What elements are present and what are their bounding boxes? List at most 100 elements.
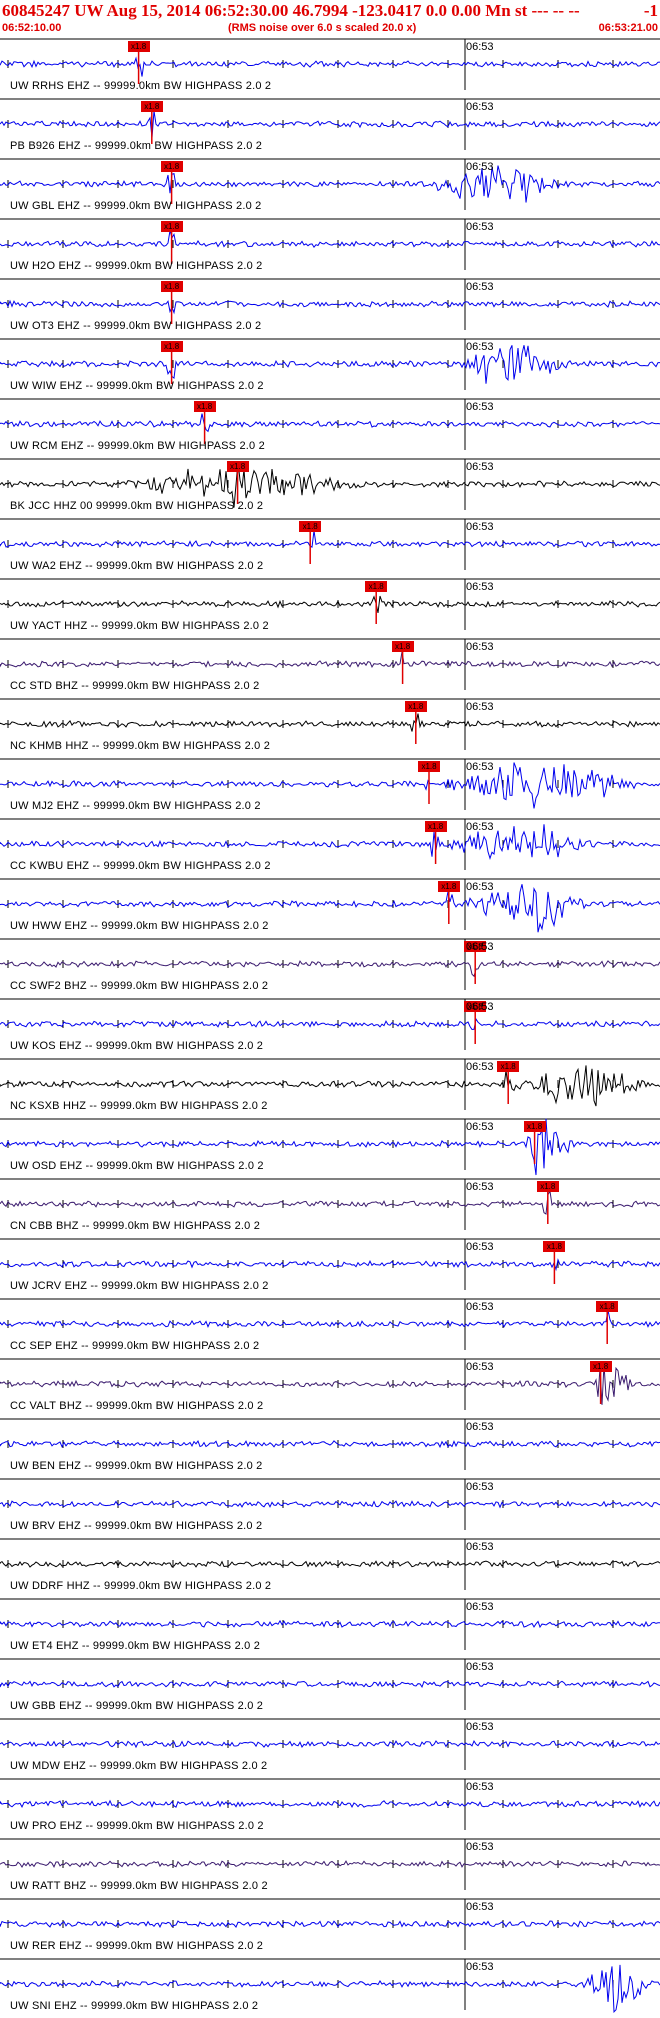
waveform-trace (0, 413, 660, 433)
station-label: NC KSXB HHZ -- 99999.0km BW HIGHPASS 2.0… (10, 1100, 268, 1112)
station-label: UW WIW EHZ -- 99999.0km BW HIGHPASS 2.0 … (10, 380, 264, 392)
station-label: UW RRHS EHZ -- 99999.0km BW HIGHPASS 2.0… (10, 80, 272, 92)
pick-marker: x1.8 (160, 281, 183, 292)
station-label: UW GBB EHZ -- 99999.0km BW HIGHPASS 2.0 … (10, 1700, 264, 1712)
waveform-trace (0, 1860, 660, 1868)
pick-marker: x1.8 (391, 641, 414, 652)
minute-label: 06:53 (466, 1301, 494, 1313)
waveform-trace (0, 1560, 660, 1568)
start-time: 06:52:10.00 (2, 22, 62, 34)
header-bar: 60845247 UW Aug 15, 2014 06:52:30.00 46.… (0, 0, 660, 40)
waveform-trace (0, 1310, 660, 1328)
seismogram-panel: x1.8 UW RRHS EHZ -- 99999.0km BW HIGHPASS… (0, 36, 660, 2018)
station-label: UW BRV EHZ -- 99999.0km BW HIGHPASS 2.0 … (10, 1520, 263, 1532)
pick-marker: x1.8 (140, 101, 163, 112)
waveform-trace (0, 713, 660, 732)
station-label: PB B926 EHZ -- 99999.0km BW HIGHPASS 2.0… (10, 140, 263, 152)
station-label: BK JCC HHZ 00 99999.0km BW HIGHPASS 2.0 … (10, 500, 264, 512)
minute-label: 06:53 (466, 1481, 494, 1493)
waveform-trace (0, 1364, 660, 1405)
pick-marker: x1.8 (193, 401, 216, 412)
waveform-trace (0, 56, 660, 77)
minute-label: 06:53 (466, 1121, 494, 1133)
minute-label: 06:53 (466, 1721, 494, 1733)
minute-label: 06:53 (466, 281, 494, 293)
station-label: UW DDRF HHZ -- 99999.0km BW HIGHPASS 2.0… (10, 1580, 272, 1592)
rms-subtitle: (RMS noise over 6.0 s scaled 20.0 x) (228, 22, 417, 34)
station-label: UW OSD EHZ -- 99999.0km BW HIGHPASS 2.0 … (10, 1160, 264, 1172)
station-label: UW RER EHZ -- 99999.0km BW HIGHPASS 2.0 … (10, 1940, 264, 1952)
minute-label: 06:53 (466, 221, 494, 233)
station-label: UW RCM EHZ -- 99999.0km BW HIGHPASS 2.0 … (10, 440, 265, 452)
pick-marker: x1.8 (437, 881, 460, 892)
station-label: UW JCRV EHZ -- 99999.0km BW HIGHPASS 2.0… (10, 1280, 269, 1292)
pick-marker: x1.8 (226, 461, 249, 472)
minute-label: 06:53 (466, 1781, 494, 1793)
station-label: CC KWBU EHZ -- 99999.0km BW HIGHPASS 2.0… (10, 860, 271, 872)
station-label: UW OT3 EHZ -- 99999.0km BW HIGHPASS 2.0 … (10, 320, 262, 332)
waveform-trace (0, 230, 660, 248)
minute-label: 06:53 (466, 821, 494, 833)
pick-marker: x1.8 (160, 221, 183, 232)
station-label: UW HWW EHZ -- 99999.0km BW HIGHPASS 2.0 … (10, 920, 269, 932)
trace-canvas (0, 38, 660, 2013)
pick-marker: x1.8 (160, 161, 183, 172)
minute-label: 06:53 (466, 581, 494, 593)
minute-label: 06:53 (466, 41, 494, 53)
pick-marker: x1.8 (365, 581, 388, 592)
minute-label: 06:53 (466, 161, 494, 173)
waveform-trace (0, 651, 660, 668)
station-label: NC KHMB HHZ -- 99999.0km BW HIGHPASS 2.0… (10, 740, 271, 752)
station-label: CC STD BHZ -- 99999.0km BW HIGHPASS 2.0 … (10, 680, 260, 692)
event-title: 60845247 UW Aug 15, 2014 06:52:30.00 46.… (2, 1, 580, 20)
minute-label: 06:53 (466, 521, 494, 533)
waveform-trace (0, 1189, 660, 1215)
waveform-trace (0, 1799, 660, 1809)
minute-label: 06:53 (466, 341, 494, 353)
waveform-trace (0, 595, 660, 614)
station-label: UW BEN EHZ -- 99999.0km BW HIGHPASS 2.0 … (10, 1460, 263, 1472)
minute-label: 06:53 (466, 1541, 494, 1553)
minute-label: 06:53 (466, 401, 494, 413)
waveform-trace (0, 1619, 660, 1629)
pick-marker: x1.8 (299, 521, 322, 532)
waveform-trace (0, 1740, 660, 1749)
station-label: UW GBL EHZ -- 99999.0km BW HIGHPASS 2.0 … (10, 200, 262, 212)
station-label: CC SEP EHZ -- 99999.0km BW HIGHPASS 2.0 … (10, 1340, 260, 1352)
minute-label: 06:53 (466, 461, 494, 473)
minute-label: 06:53 (466, 1061, 494, 1073)
minute-label: 06:53 (466, 101, 494, 113)
minute-label: 06:53 (466, 1661, 494, 1673)
station-label: UW SNI EHZ -- 99999.0km BW HIGHPASS 2.0 … (10, 2000, 259, 2012)
waveform-trace (0, 1017, 660, 1031)
waveform-trace (0, 1258, 660, 1272)
station-label: UW WA2 EHZ -- 99999.0km BW HIGHPASS 2.0 … (10, 560, 264, 572)
event-mark: -1 (643, 1, 658, 20)
minute-label: 06:53 (466, 941, 494, 953)
pick-marker: x1.8 (418, 761, 440, 772)
waveform-trace (0, 165, 660, 203)
minute-label: 06:53 (466, 1361, 494, 1373)
station-label: CC VALT BHZ -- 99999.0km BW HIGHPASS 2.0… (10, 1400, 264, 1412)
pick-marker: x1.8 (543, 1241, 566, 1252)
minute-label: 06:53 (466, 1421, 494, 1433)
minute-label: 06:53 (466, 1001, 494, 1013)
minute-label: 06:53 (466, 701, 494, 713)
minute-label: 06:53 (466, 881, 494, 893)
station-label: CC SWF2 BHZ -- 99999.0km BW HIGHPASS 2.0… (10, 980, 269, 992)
station-label: UW RATT BHZ -- 99999.0km BW HIGHPASS 2.0… (10, 1880, 268, 1892)
waveform-trace (0, 110, 660, 139)
minute-label: 06:53 (466, 1961, 494, 1973)
pick-marker: x1.8 (497, 1061, 520, 1072)
end-time: 06:53:21.00 (598, 22, 658, 34)
station-label: UW PRO EHZ -- 99999.0km BW HIGHPASS 2.0 … (10, 1820, 264, 1832)
waveform-trace (0, 299, 660, 315)
waveform-trace (0, 345, 660, 384)
pick-marker: x1.8 (127, 41, 150, 52)
station-label: CN CBB BHZ -- 99999.0km BW HIGHPASS 2.0 … (10, 1220, 261, 1232)
minute-label: 06:53 (466, 1181, 494, 1193)
station-label: UW KOS EHZ -- 99999.0km BW HIGHPASS 2.0 … (10, 1040, 264, 1052)
pick-marker: x1.8 (404, 701, 427, 712)
minute-label: 06:53 (466, 1841, 494, 1853)
waveform-trace (0, 1680, 660, 1688)
